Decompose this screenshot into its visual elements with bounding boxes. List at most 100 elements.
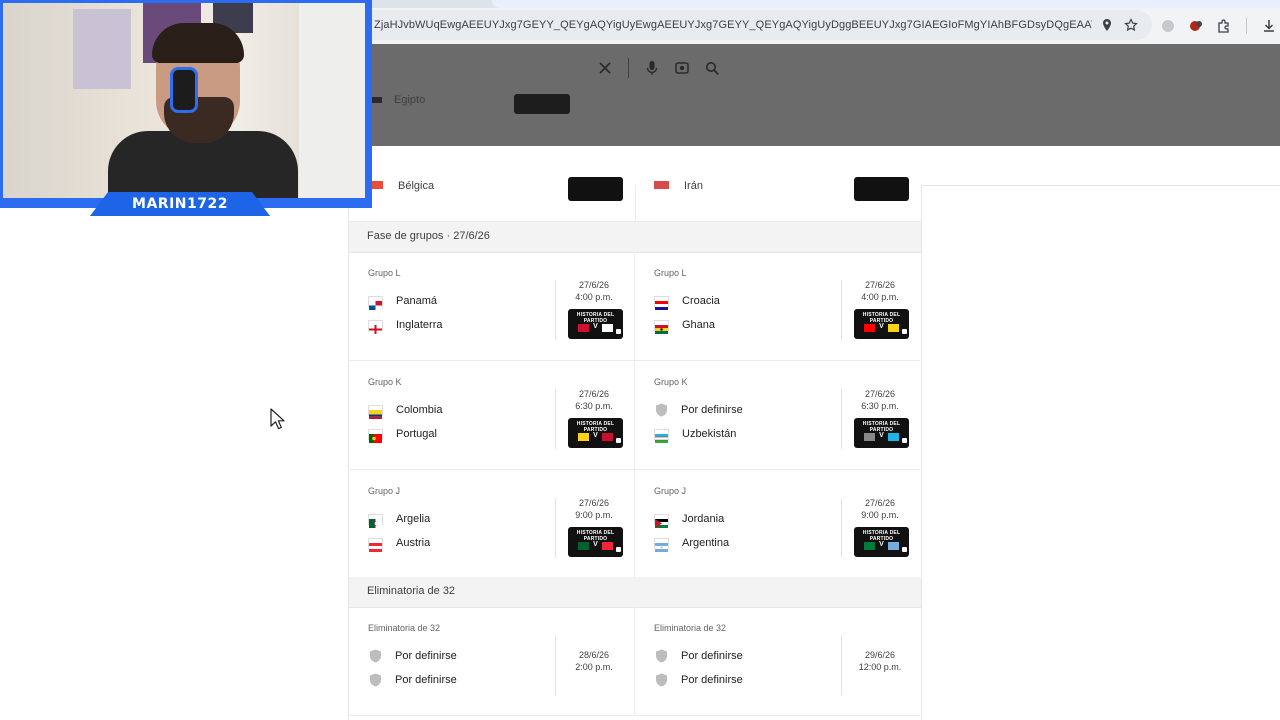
match-panama-inglaterra[interactable]: Grupo L Panamá Inglaterra 27/6/26 4:00 p…	[349, 252, 635, 361]
team-name: Ghana	[682, 319, 716, 331]
play-icon	[902, 547, 907, 552]
home-team: Croacia	[654, 293, 720, 310]
tbd-shield-icon	[368, 649, 382, 663]
tbd-shield-icon	[654, 649, 668, 663]
match-time: 9:00 p.m.	[861, 510, 899, 520]
video-thumbnail[interactable]	[854, 177, 909, 201]
group-label: Grupo L	[368, 268, 401, 278]
search-icon[interactable]	[703, 59, 721, 77]
match-jordania-argentina[interactable]: Grupo J Jordania Argentina 27/6/26 9:00 …	[635, 470, 920, 579]
previous-row: Bélgica Irán	[349, 177, 921, 222]
url-text[interactable]: ZjaHJvbWUqEwgAEEUYJxg7GEYY_QEYgAQYigUyEw…	[372, 19, 1092, 31]
address-bar[interactable]: ZjaHJvbWUqEwgAEEUYJxg7GEYY_QEYgAQYigUyEw…	[372, 10, 1152, 40]
ghost-flag	[372, 97, 382, 103]
team-name: Colombia	[396, 404, 443, 416]
ghost-team-name: Egipto	[394, 94, 426, 106]
play-icon	[616, 438, 621, 443]
team-name: Por definirse	[681, 404, 743, 416]
curtain	[299, 3, 365, 198]
portugal-flag	[368, 428, 383, 443]
team-name: Panamá	[396, 295, 437, 307]
match-datetime: 27/6/26 4:00 p.m.	[845, 279, 915, 303]
webcam-feed	[3, 3, 365, 198]
video-thumbnail[interactable]: HISTORIA DEL PARTIDO V	[568, 418, 623, 448]
lens-search-icon[interactable]	[673, 59, 691, 77]
croatia-flag	[654, 295, 669, 310]
tbd-shield-icon	[654, 673, 668, 687]
play-icon	[616, 547, 621, 552]
tbd-shield-icon	[654, 403, 668, 417]
video-thumbnail[interactable]: HISTORIA DEL PARTIDO V	[854, 309, 909, 339]
group-label: Grupo K	[368, 377, 402, 387]
match-round32-2[interactable]: Eliminatoria de 32 Por definirse Por def…	[635, 607, 920, 716]
tab-strip	[372, 0, 1280, 8]
away-team: Argentina	[654, 535, 730, 552]
away-team: Ghana	[654, 317, 716, 334]
ghost-video-thumbnail	[514, 94, 570, 114]
away-team: Portugal	[368, 426, 437, 443]
match-round32-1[interactable]: Eliminatoria de 32 Por definirse Por def…	[349, 607, 635, 716]
streamer-nameplate: MARIN1722	[90, 192, 270, 216]
headset	[170, 67, 198, 113]
away-team: Uzbekistán	[654, 426, 736, 443]
iran-flag	[654, 181, 669, 189]
section-header: Eliminatoria de 32	[349, 577, 921, 608]
active-tab[interactable]	[492, 0, 1280, 8]
away-team: Por definirse	[654, 672, 743, 688]
tabs-strip-blank	[372, 146, 1280, 186]
team-name: Argentina	[682, 537, 730, 549]
match-argelia-austria[interactable]: Grupo J Argelia Austria 27/6/26 9:00 p.m…	[349, 470, 635, 579]
match-colombia-portugal[interactable]: Grupo K Colombia Portugal 27/6/26 6:30 p…	[349, 361, 635, 470]
match-time: 9:00 p.m.	[575, 510, 613, 520]
video-thumbnail[interactable]: HISTORIA DEL PARTIDO V	[568, 527, 623, 557]
match-date: 27/6/26	[578, 498, 610, 508]
tbd-shield-icon	[368, 673, 382, 687]
mouse-cursor-icon	[270, 408, 286, 430]
download-icon[interactable]	[1259, 16, 1279, 36]
home-team: Por definirse	[654, 648, 743, 664]
panama-flag	[368, 295, 383, 310]
extension-gray-icon[interactable]	[1158, 16, 1178, 36]
away-team: Inglaterra	[368, 317, 442, 334]
match-date: 29/6/26	[864, 650, 896, 660]
team-name: Jordania	[682, 513, 725, 525]
england-flag	[368, 319, 383, 334]
match-time: 4:00 p.m.	[861, 292, 899, 302]
team-name: Por definirse	[681, 674, 743, 686]
team-name: Argelia	[396, 513, 431, 525]
match-datetime: 27/6/26 6:30 p.m.	[845, 388, 915, 412]
video-thumbnail[interactable]: HISTORIA DEL PARTIDO V	[568, 309, 623, 339]
team-name: Por definirse	[681, 650, 743, 662]
match-datetime: 28/6/26 2:00 p.m.	[559, 649, 629, 673]
recorder-extension-icon[interactable]	[1186, 16, 1206, 36]
group-label: Grupo K	[654, 377, 688, 387]
home-team: Por definirse	[654, 402, 743, 418]
section-header: Fase de grupos · 27/6/26	[349, 222, 921, 253]
match-date: 27/6/26	[864, 498, 896, 508]
home-team: Panamá	[368, 293, 437, 310]
video-thumbnail[interactable]: HISTORIA DEL PARTIDO V	[854, 527, 909, 557]
match-datetime: 27/6/26 6:30 p.m.	[559, 388, 629, 412]
match-tbd-uzbekistan[interactable]: Grupo K Por definirse Uzbekistán 27/6/26…	[635, 361, 920, 470]
match-time: 4:00 p.m.	[575, 292, 613, 302]
location-pin-icon[interactable]	[1098, 16, 1116, 34]
video-thumbnail[interactable]: HISTORIA DEL PARTIDO V	[854, 418, 909, 448]
match-date: 27/6/26	[864, 389, 896, 399]
webcam-overlay: MARIN1722	[0, 0, 372, 216]
bookmark-star-icon[interactable]	[1122, 16, 1140, 34]
group-label: Grupo J	[368, 486, 401, 496]
clear-search-icon[interactable]	[596, 59, 614, 77]
group-label: Grupo L	[654, 268, 687, 278]
extensions-puzzle-icon[interactable]	[1214, 16, 1234, 36]
round-label: Eliminatoria de 32	[654, 623, 727, 633]
round-label: Eliminatoria de 32	[368, 623, 441, 633]
video-thumbnail[interactable]	[568, 177, 623, 201]
match-schedule-card: Bélgica Irán Fase de grupos · 27/6/26 Gr…	[348, 177, 922, 720]
team-name: Por definirse	[395, 674, 457, 686]
play-icon	[902, 329, 907, 334]
match-date: 27/6/26	[864, 280, 896, 290]
voice-search-icon[interactable]	[643, 59, 661, 77]
match-croacia-ghana[interactable]: Grupo L Croacia Ghana 27/6/26 4:00 p.m. …	[635, 252, 920, 361]
austria-flag	[368, 537, 383, 552]
match-datetime: 27/6/26 9:00 p.m.	[845, 497, 915, 521]
